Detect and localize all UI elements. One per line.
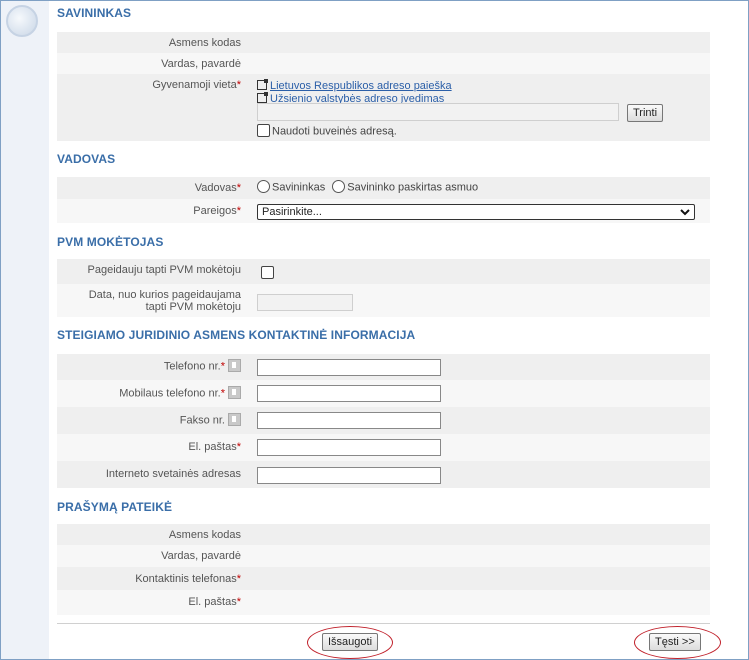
telefono-input[interactable] (257, 359, 441, 376)
asmens-kodas-label: Asmens kodas (168, 37, 241, 49)
external-link-icon (257, 92, 268, 103)
external-link-icon (257, 79, 268, 90)
left-sidebar (1, 1, 49, 659)
fakso-input[interactable] (257, 412, 441, 429)
lr-address-search-link[interactable]: Lietuvos Respublikos adreso paieška (270, 80, 452, 92)
pareigos-label: Pareigos* (193, 205, 241, 217)
pateikes-telefonas-label: Kontaktinis telefonas* (135, 573, 241, 585)
naudoti-buveines-adresa-label: Naudoti buveinės adresą. (272, 125, 397, 138)
section-title-vadovas: VADOVAS (57, 152, 116, 166)
row-el-pastas: El. paštas* (57, 434, 710, 461)
row-vadovas: Vadovas* Savininkas Savininko paskirtas … (57, 177, 710, 199)
help-icon[interactable] (228, 386, 241, 399)
mobilaus-input[interactable] (257, 385, 441, 402)
pateikes-vardas-label: Vardas, pavardė (161, 550, 241, 562)
row-gyvenamoji-vieta: Gyvenamoji vieta* Lietuvos Respublikos a… (57, 74, 710, 141)
globe-logo-icon (6, 5, 38, 37)
trinti-button[interactable]: Trinti (627, 104, 664, 122)
gyvenamoji-vieta-label: Gyvenamoji vieta* (152, 79, 241, 91)
address-links: Lietuvos Respublikos adreso paieška Užsi… (257, 79, 452, 105)
help-icon[interactable] (228, 359, 241, 372)
row-pateikes-telefonas: Kontaktinis telefonas* (57, 567, 710, 590)
row-vardas-pavarde: Vardas, pavardė (57, 53, 710, 74)
radio-paskirtas-asmuo-label: Savininko paskirtas asmuo (347, 181, 479, 194)
lr-address-link-row: Lietuvos Respublikos adreso paieška (257, 79, 452, 92)
row-fakso: Fakso nr. (57, 407, 710, 434)
pareigos-selected-value: Pasirinkite... (262, 206, 322, 218)
el-pastas-input[interactable] (257, 439, 441, 456)
section-title-kontaktai: STEIGIAMO JURIDINIO ASMENS KONTAKTINĖ IN… (57, 328, 416, 342)
page-frame: SAVININKAS Asmens kodas Vardas, pavardė … (0, 0, 749, 660)
pvm-moketojas-checkbox[interactable] (261, 266, 274, 279)
chevron-down-icon (680, 209, 690, 216)
radio-paskirtas-asmuo[interactable] (332, 180, 346, 193)
issaugoti-highlight-oval (307, 626, 393, 659)
section-title-prasyma: PRAŠYMĄ PATEIKĖ (57, 500, 173, 514)
row-svetaine: Interneto svetainės adresas (57, 461, 710, 488)
section-title-savininkas: SAVININKAS (57, 6, 132, 20)
telefono-label: Telefono nr.* (164, 359, 241, 373)
pageidauju-label: Pageidauju tapti PVM mokėtoju (87, 264, 241, 276)
row-pareigos: Pareigos* Pasirinkite... (57, 199, 710, 223)
el-pastas-label: El. paštas* (188, 441, 241, 453)
radio-savininkas-label: Savininkas (272, 181, 326, 194)
naudoti-buveines-adresa-checkbox[interactable] (257, 124, 270, 137)
row-asmens-kodas: Asmens kodas (57, 32, 710, 53)
row-pageidauju: Pageidauju tapti PVM mokėtoju (57, 259, 710, 284)
testi-highlight-oval (634, 626, 721, 659)
svetaine-input[interactable] (257, 467, 441, 484)
pareigos-select[interactable]: Pasirinkite... (257, 204, 695, 220)
row-pvm-data: Data, nuo kurios pageidaujama tapti PVM m… (57, 284, 710, 317)
vardas-pavarde-label: Vardas, pavardė (161, 58, 241, 70)
pvm-data-label: Data, nuo kurios pageidaujama tapti PVM m… (88, 289, 241, 313)
row-mobilaus: Mobilaus telefono nr.* (57, 380, 710, 407)
footer-divider (57, 623, 710, 624)
section-title-pvm: PVM MOKĖTOJAS (57, 235, 164, 249)
buveine-checkbox-row: Naudoti buveinės adresą. (257, 124, 397, 138)
form-content: SAVININKAS Asmens kodas Vardas, pavardė … (57, 1, 721, 659)
pateikes-pastas-label: El. paštas* (188, 596, 241, 608)
pateikes-asmens-kodas-label: Asmens kodas (168, 529, 241, 541)
row-pateikes-vardas: Vardas, pavardė (57, 545, 710, 567)
svetaine-label: Interneto svetainės adresas (105, 468, 241, 480)
address-field[interactable] (257, 103, 619, 121)
vadovas-label: Vadovas* (194, 182, 241, 194)
row-pateikes-pastas: El. paštas* (57, 590, 710, 615)
row-telefono: Telefono nr.* (57, 354, 710, 380)
radio-savininkas[interactable] (257, 180, 270, 193)
vadovas-radio-group: Savininkas Savininko paskirtas asmuo (257, 180, 479, 194)
pvm-data-input[interactable] (257, 294, 353, 311)
help-icon[interactable] (228, 413, 241, 426)
mobilaus-label: Mobilaus telefono nr.* (119, 386, 241, 400)
fakso-label: Fakso nr. (180, 413, 241, 427)
row-pateikes-asmens-kodas: Asmens kodas (57, 524, 710, 545)
